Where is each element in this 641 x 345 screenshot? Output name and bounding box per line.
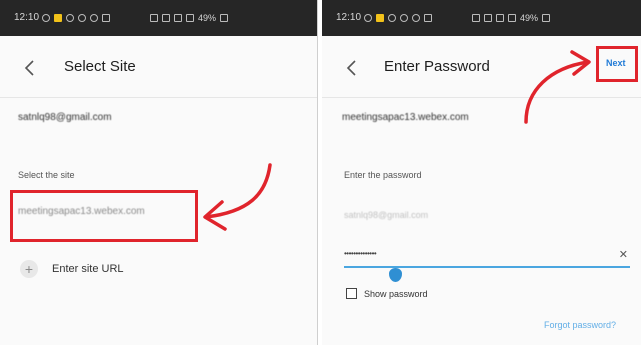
- text-cursor-handle[interactable]: [389, 268, 402, 282]
- status-bar: 12:10 49%: [322, 0, 641, 36]
- app-notification-icon: [376, 14, 384, 22]
- enter-password-screen: 12:10 49% Enter Password Next meetingsap…: [322, 0, 641, 345]
- location-icon: [388, 14, 396, 22]
- username-field[interactable]: satnlq98@gmail.com: [344, 210, 428, 220]
- settings-icon: [400, 14, 408, 22]
- battery-percent: 49%: [198, 13, 217, 23]
- app-header: Select Site: [0, 36, 317, 98]
- system-icons: 49%: [150, 0, 229, 36]
- app-notification-icon: [54, 14, 62, 22]
- show-password-label: Show password: [364, 288, 428, 299]
- back-arrow-icon[interactable]: [344, 58, 360, 78]
- image-icon: [424, 14, 432, 22]
- highlight-box-site: [10, 190, 198, 242]
- sync-icon: [412, 14, 420, 22]
- volume-icon: [484, 14, 492, 22]
- status-time: 12:10: [14, 12, 40, 23]
- password-input[interactable]: •••••••••••••• ✕: [344, 246, 630, 268]
- show-password-checkbox[interactable]: [346, 288, 357, 299]
- password-label: Enter the password: [344, 170, 422, 180]
- sim-icon: [472, 14, 480, 22]
- wifi-icon: [174, 14, 182, 22]
- status-time: 12:10: [336, 12, 362, 23]
- select-site-label: Select the site: [18, 170, 75, 180]
- highlight-box-next: [596, 46, 638, 82]
- location-icon: [66, 14, 74, 22]
- clear-icon[interactable]: ✕: [619, 248, 628, 261]
- sim-icon: [150, 14, 158, 22]
- account-email: satnlq98@gmail.com: [18, 112, 112, 123]
- settings-icon: [78, 14, 86, 22]
- back-arrow-icon[interactable]: [22, 58, 38, 78]
- battery-percent: 49%: [520, 13, 539, 23]
- notification-icon: [42, 14, 50, 22]
- notification-icon: [364, 14, 372, 22]
- page-title: Select Site: [64, 58, 136, 75]
- wifi-icon: [496, 14, 504, 22]
- volume-icon: [162, 14, 170, 22]
- image-icon: [102, 14, 110, 22]
- page-title: Enter Password: [384, 58, 490, 75]
- battery-icon: [542, 14, 551, 22]
- sync-icon: [90, 14, 98, 22]
- notification-icons: [42, 0, 110, 36]
- password-value: ••••••••••••••: [344, 249, 377, 258]
- system-icons: 49%: [472, 0, 551, 36]
- notification-icons: [364, 0, 432, 36]
- enter-site-url-label: Enter site URL: [52, 263, 124, 275]
- signal-icon: [186, 14, 194, 22]
- show-password-toggle[interactable]: Show password: [346, 288, 428, 299]
- site-url: meetingsapac13.webex.com: [342, 112, 469, 123]
- select-site-screen: 12:10 49% Select Site satnlq98@gmail.com…: [0, 0, 318, 345]
- battery-icon: [220, 14, 229, 22]
- signal-icon: [508, 14, 516, 22]
- forgot-password-link[interactable]: Forgot password?: [544, 320, 616, 330]
- app-header: Enter Password: [322, 36, 641, 98]
- enter-site-url-button[interactable]: + Enter site URL: [20, 260, 124, 278]
- plus-icon: +: [20, 260, 38, 278]
- status-bar: 12:10 49%: [0, 0, 317, 36]
